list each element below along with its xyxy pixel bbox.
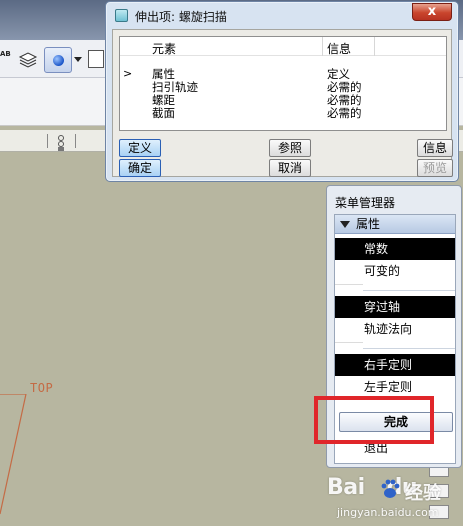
menu-spacer <box>335 342 363 353</box>
highlight-box <box>314 396 434 444</box>
menu-item-left-handed[interactable]: 左手定则 <box>335 376 455 398</box>
element-info: 必需的 <box>327 106 362 120</box>
menu-item-right-handed[interactable]: 右手定则 <box>335 354 455 376</box>
dialog-titlebar[interactable]: 伸出项: 螺旋扫描 x <box>106 2 458 28</box>
menu-item-constant[interactable]: 常数 <box>335 238 455 260</box>
toolbar-divider <box>75 134 76 148</box>
list-header: 元素 信息 <box>120 37 446 56</box>
shading-icon[interactable] <box>44 47 72 73</box>
element-list[interactable]: 元素 信息 > 属性 定义 扫引轨迹 必需的 螺距 必需的 截面 必需的 <box>119 36 447 131</box>
datum-label: TOP <box>30 381 54 395</box>
current-marker: > <box>123 67 133 80</box>
menu-manager-title: 菜单管理器 <box>335 196 396 210</box>
close-button[interactable]: x <box>412 3 452 21</box>
window-icon <box>115 9 128 22</box>
layers-icon[interactable] <box>18 50 38 70</box>
column-header-element: 元素 <box>152 42 177 56</box>
cancel-button[interactable]: 取消 <box>269 159 311 177</box>
toolbar-divider <box>47 134 48 148</box>
menu-section-header[interactable]: 属性 <box>335 215 455 234</box>
watermark-suffix: 经验 <box>405 483 441 504</box>
chevron-down-icon[interactable] <box>74 57 82 62</box>
menu-divider <box>363 290 455 291</box>
preview-button: 预览 <box>417 159 453 177</box>
reference-button[interactable]: 参照 <box>269 139 311 157</box>
paw-icon <box>381 479 400 498</box>
watermark-url: jingyan.baidu.com <box>337 506 439 519</box>
define-button[interactable]: 定义 <box>119 139 161 157</box>
menu-divider <box>363 348 455 349</box>
menu-section-label: 属性 <box>356 217 381 231</box>
menu-item-normal-to-trajectory[interactable]: 轨迹法向 <box>335 318 455 340</box>
feature-dialog: 伸出项: 螺旋扫描 x 元素 信息 > 属性 定义 扫引轨迹 必需的 螺距 必需… <box>105 1 459 182</box>
column-divider <box>322 37 323 56</box>
element-name: 截面 <box>152 106 175 120</box>
menu-item-variable[interactable]: 可变的 <box>335 260 455 282</box>
view-icon[interactable] <box>88 50 104 68</box>
watermark-brand: Bai du <box>327 475 418 500</box>
column-header-info: 信息 <box>327 42 352 56</box>
annotation-icon[interactable]: AB <box>0 50 14 70</box>
top-datum-plane[interactable] <box>0 394 30 526</box>
close-icon: x <box>427 4 437 19</box>
column-divider <box>374 37 375 56</box>
ground-icon[interactable] <box>56 134 66 152</box>
menu-item-through-axis[interactable]: 穿过轴 <box>335 296 455 318</box>
list-item[interactable]: 截面 必需的 <box>120 107 446 120</box>
watermark: Bai du 经验 jingyan.baidu.com <box>327 475 461 525</box>
menu-spacer <box>335 284 363 295</box>
info-button[interactable]: 信息 <box>417 139 453 157</box>
ok-button[interactable]: 确定 <box>119 159 161 177</box>
chevron-down-icon <box>340 221 350 228</box>
dialog-body: 元素 信息 > 属性 定义 扫引轨迹 必需的 螺距 必需的 截面 必需的 定义 … <box>112 29 453 177</box>
dialog-title: 伸出项: 螺旋扫描 <box>135 10 227 24</box>
